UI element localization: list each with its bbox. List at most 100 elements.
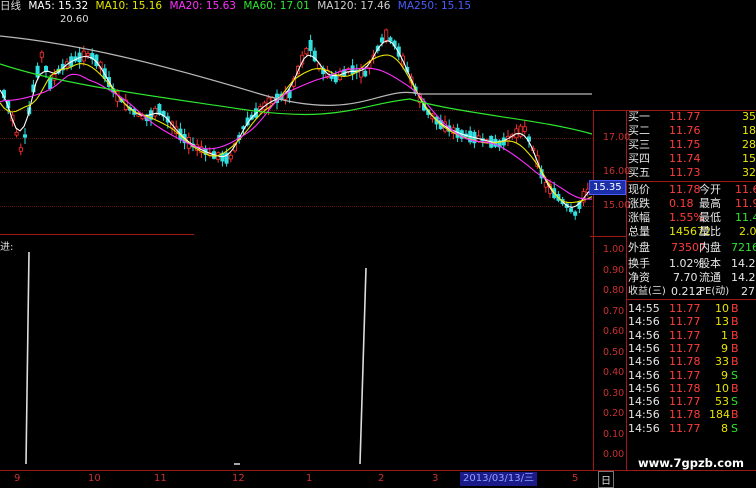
bid-row: 买四 11.74 15 bbox=[627, 152, 756, 166]
stat-value: 7216 bbox=[731, 241, 756, 254]
tick-volume: 53 bbox=[715, 395, 729, 409]
candlestick-chart[interactable] bbox=[0, 14, 593, 234]
candle-body bbox=[18, 147, 23, 152]
stat-row: 换手 1.02% 股本 14.2 bbox=[627, 257, 756, 271]
stat-row: 总量 145672 量比 2.0 bbox=[627, 225, 756, 239]
indicator-axis-tick: 0.70 bbox=[603, 305, 625, 317]
bid-volume: 18 bbox=[742, 124, 756, 137]
tick-row: 14:56 11.78 33 B bbox=[627, 355, 756, 369]
tick-time: 14:56 bbox=[628, 381, 660, 395]
bid-row: 买一 11.77 35 bbox=[627, 110, 756, 124]
stat-label: 量比 bbox=[699, 225, 721, 238]
bid-label: 买一 bbox=[628, 110, 650, 123]
bid-price: 11.75 bbox=[669, 138, 701, 151]
tick-row: 14:56 11.77 53 S bbox=[627, 395, 756, 409]
tick-row: 14:56 11.77 9 B bbox=[627, 342, 756, 356]
stat-row: 涨跌 0.18 最高 11.9 bbox=[627, 197, 756, 211]
candle-body bbox=[350, 65, 355, 75]
stat-label: 涨跌 bbox=[628, 197, 650, 210]
date-axis: 9 10 11 12 1 2 3 2013/03/13/三 5 日 bbox=[0, 470, 756, 488]
bid-volume: 35 bbox=[742, 110, 756, 123]
stat-label: 最高 bbox=[699, 197, 721, 210]
ma60-label: MA60: 17.01 bbox=[243, 0, 310, 12]
stat-label: 流通 bbox=[699, 271, 721, 284]
bid-row: 买三 11.75 28 bbox=[627, 138, 756, 152]
tick-price: 11.77 bbox=[669, 395, 701, 409]
indicator-axis-tick: 0.20 bbox=[603, 408, 625, 419]
tick-row: 14:56 11.77 13 B bbox=[627, 315, 756, 329]
stat-value: 0.212 bbox=[671, 285, 703, 298]
ma120-label: MA120: 17.46 bbox=[317, 0, 391, 12]
tick-side: S bbox=[731, 395, 738, 409]
ma20-label: MA20: 15.63 bbox=[169, 0, 236, 12]
tick-side: S bbox=[731, 368, 738, 382]
tick-row: 14:56 11.78 184 B bbox=[627, 408, 756, 422]
candle-body bbox=[363, 70, 368, 77]
stat-row: 现价 11.78 今开 11.6 bbox=[627, 183, 756, 197]
indicator-axis-tick: 0.90 bbox=[603, 264, 625, 276]
tick-price: 11.77 bbox=[669, 421, 701, 435]
candle-body bbox=[379, 37, 384, 43]
stat-label: 内盘 bbox=[699, 241, 721, 254]
chart-period-label: 日线 bbox=[0, 0, 21, 12]
period-button[interactable]: 日 bbox=[598, 471, 614, 488]
indicator-axis-tick: 0.80 bbox=[603, 285, 625, 296]
candle-body bbox=[153, 107, 158, 117]
ma250-label: MA250: 15.15 bbox=[397, 0, 471, 12]
tick-time: 14:56 bbox=[628, 315, 660, 329]
tick-volume: 1 bbox=[721, 328, 728, 342]
bid-volume: 32 bbox=[742, 166, 756, 179]
candle-body bbox=[157, 104, 162, 115]
price-chart-bottom-border bbox=[0, 234, 194, 235]
tick-side: S bbox=[731, 421, 738, 435]
tick-time: 14:56 bbox=[628, 328, 660, 342]
candle-body bbox=[22, 134, 27, 138]
tick-volume: 9 bbox=[721, 341, 728, 355]
bid-row: 买五 11.73 32 bbox=[627, 166, 756, 180]
indicator-signal-line bbox=[359, 267, 367, 465]
stat-value: 14.2 bbox=[731, 271, 756, 284]
tick-volume: 13 bbox=[715, 315, 729, 329]
tick-price: 11.78 bbox=[669, 408, 701, 422]
tick-side: B bbox=[731, 355, 739, 369]
bid-label: 买五 bbox=[628, 166, 650, 179]
stat-label: 换手 bbox=[628, 257, 650, 270]
tick-time: 14:56 bbox=[628, 408, 660, 422]
month-tick: 12 bbox=[232, 473, 245, 484]
stat-label: 现价 bbox=[628, 183, 650, 196]
indicator-axis-tick: 0.10 bbox=[603, 428, 625, 440]
ma-legend: 日线 MA5: 15.32 MA10: 15.16 MA20: 15.63 MA… bbox=[0, 0, 475, 13]
tick-volume: 184 bbox=[709, 408, 730, 422]
stat-value: 14.2 bbox=[731, 257, 756, 270]
tick-side: B bbox=[731, 408, 739, 422]
bid-volume: 15 bbox=[742, 152, 756, 165]
indicator-axis-tick: 0.00 bbox=[603, 449, 625, 460]
month-tick: 3 bbox=[432, 473, 439, 484]
stat-value: 2.0 bbox=[739, 225, 756, 238]
stat-value: 27 bbox=[741, 285, 755, 298]
candle-body bbox=[308, 39, 313, 52]
month-tick: 9 bbox=[14, 473, 21, 484]
date-cursor: 2013/03/13/三 bbox=[460, 472, 538, 486]
month-tick: 11 bbox=[154, 473, 167, 484]
tick-time: 14:56 bbox=[628, 421, 660, 435]
high-price-label: 20.60 bbox=[60, 14, 89, 25]
tick-time: 14:56 bbox=[628, 395, 660, 409]
candle-body bbox=[388, 37, 393, 42]
stat-value: 11.4 bbox=[735, 211, 756, 224]
month-tick: 10 bbox=[88, 473, 101, 484]
candle-body bbox=[39, 51, 44, 58]
month-tick: 1 bbox=[306, 473, 313, 484]
bid-price: 11.74 bbox=[669, 152, 701, 165]
tick-volume: 10 bbox=[715, 302, 729, 315]
bid-label: 买二 bbox=[628, 124, 650, 137]
candle-body bbox=[304, 48, 309, 55]
bid-label: 买四 bbox=[628, 152, 650, 165]
tick-row: 14:56 11.77 1 B bbox=[627, 329, 756, 343]
tick-price: 11.77 bbox=[669, 368, 701, 382]
stat-value: 7.70 bbox=[673, 271, 698, 284]
bid-price: 11.73 bbox=[669, 166, 701, 179]
indicator-chart[interactable] bbox=[0, 238, 593, 466]
tick-volume: 33 bbox=[715, 355, 729, 369]
candle-body bbox=[522, 126, 527, 132]
